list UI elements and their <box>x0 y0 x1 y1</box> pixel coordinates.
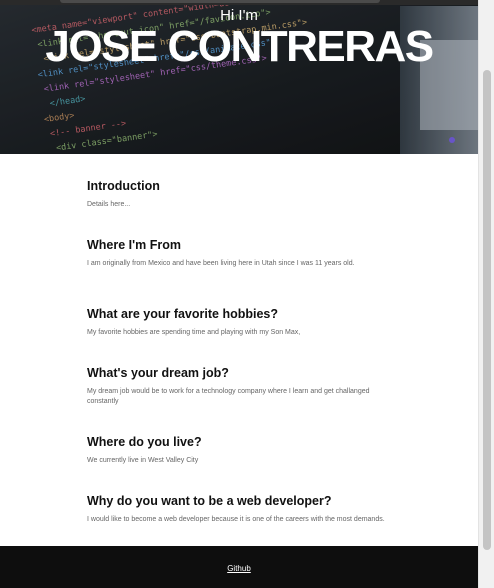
section-heading: Where I'm From <box>87 238 181 252</box>
hero-banner: <meta name="viewport" content="width=dev… <box>0 0 478 154</box>
github-link[interactable]: Github <box>0 564 478 573</box>
page-viewport: <meta name="viewport" content="width=dev… <box>0 0 494 588</box>
section-heading: What are your favorite hobbies? <box>87 307 279 321</box>
section-introduction: Introduction Details here... <box>87 179 397 210</box>
section-text: My favorite hobbies are spending time an… <box>87 329 301 336</box>
section-text: I would like to become a web developer b… <box>87 516 385 523</box>
section-heading: Introduction <box>87 179 160 193</box>
browser-top-strip <box>0 0 494 5</box>
section-text: We currently live in West Valley City <box>87 457 199 464</box>
section-web-developer: Why do you want to be a web developer? I… <box>87 494 397 525</box>
section-heading: Where do you live? <box>87 435 202 449</box>
section-text: I am originally from Mexico and have bee… <box>87 260 355 267</box>
hero-name: JOSE CONTRERAS <box>45 22 434 71</box>
section-heading: Why do you want to be a web developer? <box>87 494 332 508</box>
section-dream-job: What's your dream job? My dream job woul… <box>87 366 397 407</box>
page-footer: Github <box>0 546 478 588</box>
section-text: My dream job would be to work for a tech… <box>87 388 370 405</box>
section-where-live: Where do you live? We currently live in … <box>87 435 397 466</box>
section-where-from: Where I'm From I am originally from Mexi… <box>87 238 397 269</box>
section-hobbies: What are your favorite hobbies? My favor… <box>87 307 397 338</box>
browser-tab-strip <box>60 0 380 3</box>
section-heading: What's your dream job? <box>87 366 229 380</box>
vertical-scrollbar[interactable] <box>478 0 494 588</box>
scrollbar-thumb[interactable] <box>483 70 491 550</box>
section-text: Details here... <box>87 201 131 208</box>
